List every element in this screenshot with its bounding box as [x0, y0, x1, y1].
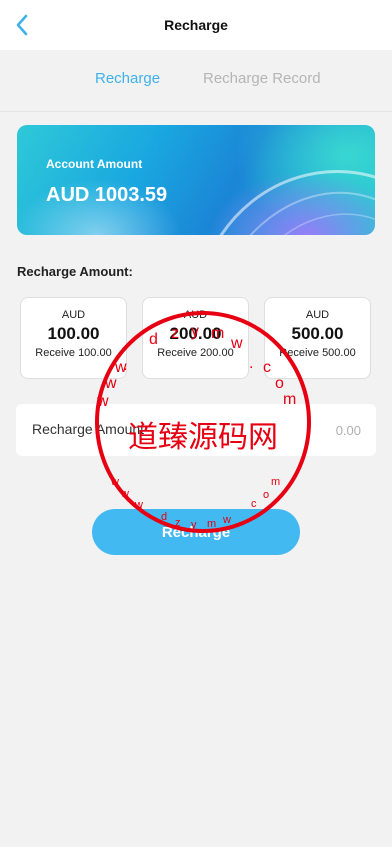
option-value: 200.00	[169, 324, 222, 343]
recharge-submit-button[interactable]: Recharge	[92, 509, 300, 555]
back-button[interactable]	[10, 13, 34, 37]
option-receive: Receive 100.00	[35, 347, 112, 359]
option-receive: Receive 500.00	[279, 347, 356, 359]
option-currency: AUD	[61, 309, 86, 321]
svg-text:.: .	[249, 355, 253, 372]
page-title: Recharge	[164, 17, 228, 33]
option-currency: AUD	[183, 309, 208, 321]
svg-text:w: w	[110, 476, 119, 488]
option-value: 500.00	[291, 324, 344, 343]
card-swirl-decoration	[219, 170, 375, 235]
account-amount-label: Account Amount	[46, 157, 143, 171]
option-currency: AUD	[305, 309, 330, 321]
option-receive: Receive 200.00	[157, 347, 234, 359]
amount-option-200[interactable]: AUD 200.00 Receive 200.00	[142, 297, 249, 379]
header-bar: Recharge	[0, 0, 392, 50]
recharge-amount-heading: Recharge Amount:	[17, 264, 133, 279]
amount-option-100[interactable]: AUD 100.00 Receive 100.00	[20, 297, 127, 379]
option-value: 100.00	[47, 324, 100, 343]
custom-amount-row: Recharge Amount	[16, 404, 376, 456]
svg-text:m: m	[271, 476, 280, 488]
tab-bar: Recharge Recharge Record	[0, 50, 392, 112]
svg-text:o: o	[263, 489, 269, 501]
tab-recharge-record[interactable]: Recharge Record	[203, 70, 321, 87]
custom-amount-label: Recharge Amount	[32, 421, 145, 437]
amount-option-500[interactable]: AUD 500.00 Receive 500.00	[264, 297, 371, 379]
chevron-left-icon	[16, 14, 28, 36]
svg-text:w: w	[120, 488, 129, 500]
custom-amount-input[interactable]	[156, 416, 361, 444]
tab-recharge[interactable]: Recharge	[95, 70, 160, 87]
account-amount-value: AUD 1003.59	[46, 184, 168, 206]
account-card: Account Amount AUD 1003.59	[17, 125, 375, 235]
